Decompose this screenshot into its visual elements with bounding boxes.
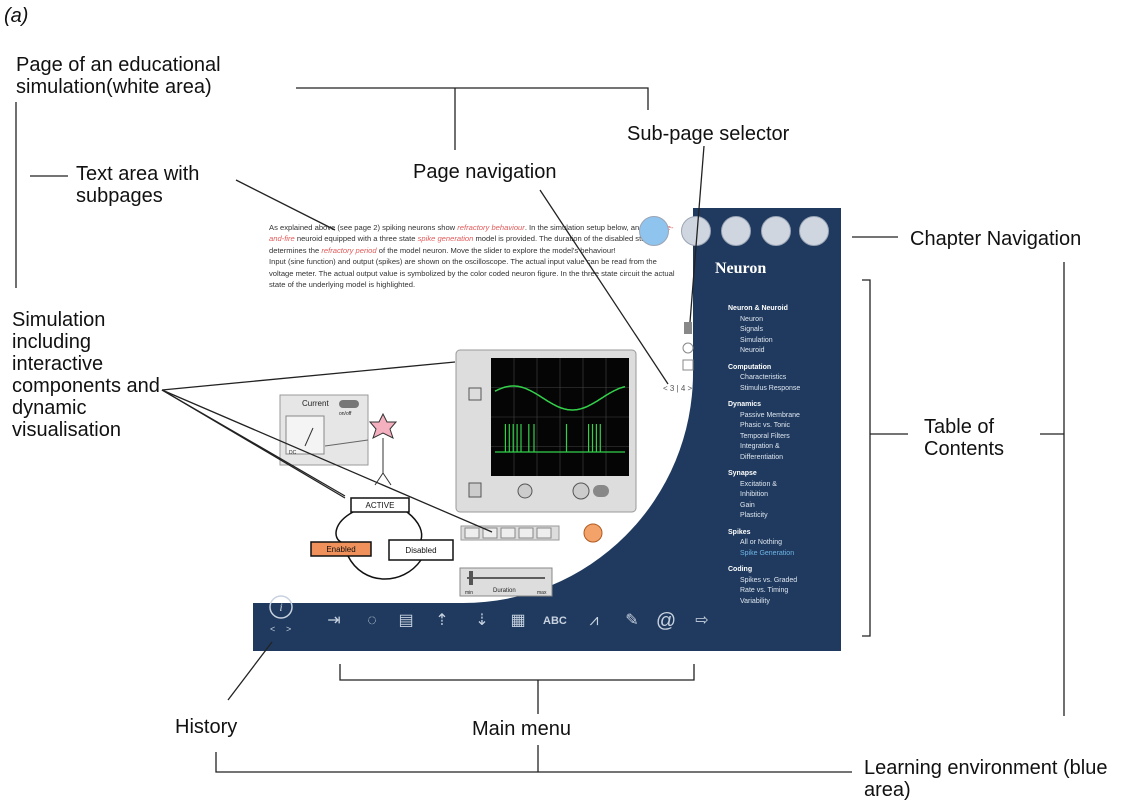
callout-learning-env-bracket	[215, 752, 852, 773]
callout-sim-1	[161, 361, 456, 391]
callout-page-bracket	[296, 87, 649, 110]
callout-sim-4	[161, 389, 346, 497]
callout-history	[227, 641, 273, 701]
callout-main-menu-bracket	[339, 664, 695, 681]
callout-toc-bracket	[862, 279, 871, 637]
callout-page-navigation	[539, 189, 669, 385]
callout-lines	[15, 87, 1065, 773]
callout-sim-3	[161, 389, 493, 533]
callout-sub-page-selector	[689, 145, 705, 323]
callout-text-area-pointer	[235, 179, 336, 231]
